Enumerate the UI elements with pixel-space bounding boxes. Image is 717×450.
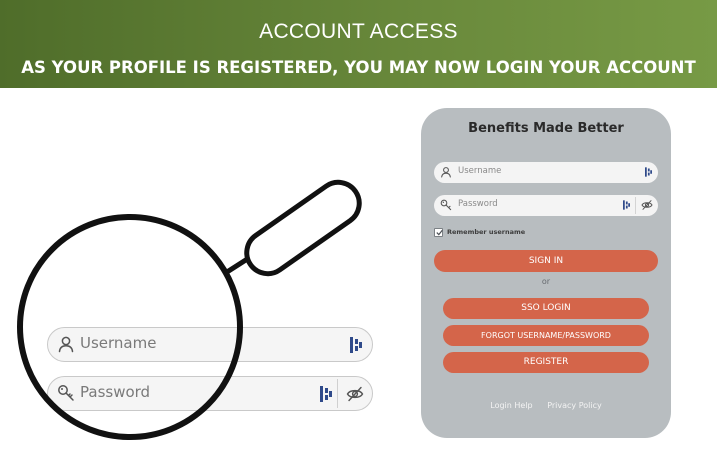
password-manager-icon[interactable]: [623, 200, 630, 210]
header-banner: ACCOUNT ACCESS AS YOUR PROFILE IS REGIST…: [0, 0, 717, 88]
password-manager-icon: [350, 337, 362, 353]
remember-username-label: Remember username: [447, 228, 526, 236]
user-icon: [441, 167, 451, 178]
register-button[interactable]: REGISTER: [443, 352, 649, 373]
password-manager-icon[interactable]: [645, 167, 652, 177]
eye-slash-icon[interactable]: [641, 199, 653, 211]
eye-slash-icon: [346, 386, 364, 402]
zoomed-username-field: Username: [47, 327, 373, 362]
username-placeholder: Username: [458, 166, 502, 176]
page-title: ACCOUNT ACCESS: [259, 20, 458, 43]
or-divider-text: or: [541, 277, 551, 286]
zoomed-username-placeholder: Username: [80, 334, 157, 352]
footer-links: Login Help Privacy Policy: [421, 401, 671, 410]
checkmark-icon: [436, 229, 443, 236]
forgot-credentials-button[interactable]: FORGOT USERNAME/PASSWORD: [443, 325, 649, 346]
login-card: Benefits Made Better Username Password R…: [421, 108, 671, 438]
sso-login-button[interactable]: SSO LOGIN: [443, 298, 649, 319]
password-placeholder: Password: [458, 199, 498, 209]
zoomed-password-field: Password: [47, 376, 373, 411]
field-divider: [337, 379, 338, 408]
key-icon: [440, 199, 452, 211]
key-icon: [58, 385, 74, 401]
username-input[interactable]: Username: [434, 162, 658, 183]
zoomed-password-placeholder: Password: [80, 383, 151, 401]
password-input[interactable]: Password: [434, 195, 658, 216]
page-subtitle: AS YOUR PROFILE IS REGISTERED, YOU MAY N…: [21, 58, 696, 77]
sign-in-button[interactable]: SIGN IN: [434, 250, 658, 272]
remember-username-checkbox[interactable]: [434, 228, 443, 237]
user-icon: [58, 336, 74, 353]
login-help-link[interactable]: Login Help: [490, 401, 532, 410]
card-title: Benefits Made Better: [468, 121, 624, 136]
password-manager-icon: [320, 386, 332, 402]
field-divider: [635, 197, 636, 214]
privacy-policy-link[interactable]: Privacy Policy: [547, 401, 602, 410]
